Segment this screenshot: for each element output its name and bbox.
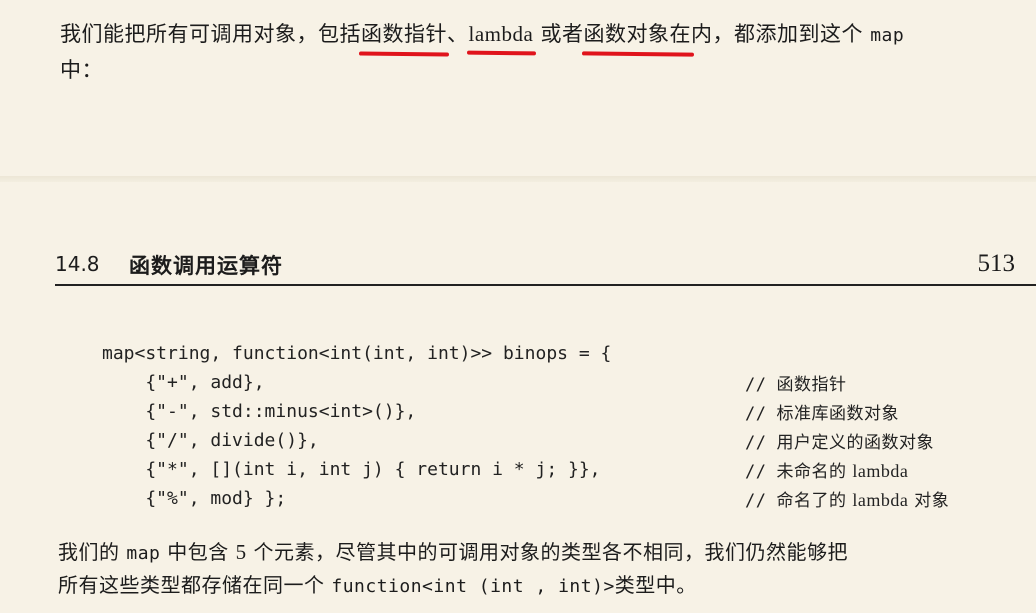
section-number: 14.8 <box>55 252 100 276</box>
comment-text: 标准库函数对象 <box>776 404 899 424</box>
code-comment: // 用户定义的函数对象 <box>745 428 934 453</box>
intro-sep-1: 、 <box>447 22 469 46</box>
code-line: {"/", divide()}, <box>102 430 319 451</box>
comment-text: 用户定义的函数对象 <box>776 433 934 453</box>
comment-slash: // <box>745 491 767 511</box>
page-number: 513 <box>977 250 1016 277</box>
outro-text: 所有这些类型都存储在同一个 <box>58 573 332 597</box>
intro-line-1: 我们能把所有可调用对象，包括函数指针、lambda 或者函数对象在内，都添加到这… <box>60 18 904 48</box>
intro-text-1: 我们能把所有可调用对象，包括 <box>60 22 361 46</box>
outro-line-2: 所有这些类型都存储在同一个 function<int (int , int)>类… <box>58 569 697 598</box>
code-line: {"*", [](int i, int j) { return i * j; }… <box>102 459 601 480</box>
code-line: map<string, function<int(int, int)>> bin… <box>102 343 612 364</box>
comment-text: 函数指针 <box>776 375 847 395</box>
section-title: 函数调用运算符 <box>129 254 283 278</box>
outro-line-1: 我们的 map 中包含 5 个元素，尽管其中的可调用对象的类型各不相同，我们仍然… <box>58 536 848 565</box>
comment-object: 对象 <box>908 491 950 511</box>
intro-code-map: map <box>870 25 905 46</box>
outro-text: 我们的 <box>58 540 127 564</box>
code-comment: // 未命名的 lambda <box>745 457 908 482</box>
intro-line-2: 中： <box>60 58 103 82</box>
comment-lambda: lambda <box>852 461 909 481</box>
code-comment: // 命名了的 lambda 对象 <box>745 486 949 511</box>
comment-text: 未命名的 <box>776 462 847 482</box>
comment-text: 命名了的 <box>776 491 847 511</box>
highlight-lambda: lambda <box>468 22 534 46</box>
code-comment: // 函数指针 <box>745 370 846 395</box>
outro-text: 中包含 <box>160 540 236 564</box>
highlight-function-object: 函数对象在 <box>584 18 692 48</box>
code-comment: // 标准库函数对象 <box>745 399 899 424</box>
code-line: {"+", add}, <box>102 372 265 393</box>
comment-slash: // <box>745 462 767 482</box>
section-header: 14.8 函数调用运算符 513 <box>55 250 1036 286</box>
comment-slash: // <box>745 404 767 424</box>
comment-lambda: lambda <box>852 490 909 510</box>
outro-code-function: function<int (int , int)> <box>331 576 615 597</box>
intro-text-2: 内，都添加到这个 <box>691 22 871 46</box>
outro-text: 个元素，尽管其中的可调用对象的类型各不相同，我们仍然能够把 <box>246 540 848 564</box>
outro-text: 类型中。 <box>614 573 697 597</box>
comment-slash: // <box>745 433 767 453</box>
outro-code-map: map <box>126 543 161 564</box>
outro-number: 5 <box>235 540 247 564</box>
highlight-function-pointer: 函数指针 <box>361 18 447 48</box>
code-line: {"-", std::minus<int>()}, <box>102 401 417 422</box>
code-line: {"%", mod} }; <box>102 488 287 509</box>
intro-sep-2: 或者 <box>533 22 584 46</box>
comment-slash: // <box>745 375 767 395</box>
